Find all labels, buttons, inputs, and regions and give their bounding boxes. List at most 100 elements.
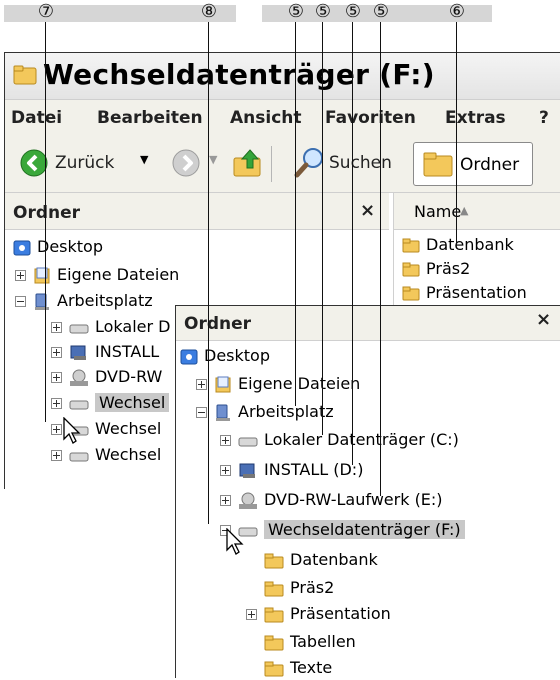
menu-ansicht[interactable]: Ansicht: [230, 108, 302, 128]
list-item-label: Datenbank: [426, 235, 514, 254]
computer-icon: [35, 293, 49, 310]
tree-item-arbeitsplatz[interactable]: Arbeitsplatz: [15, 289, 153, 313]
install-drive-icon: [239, 463, 255, 478]
folder-pane-title: Ordner: [184, 314, 252, 334]
collapse-icon[interactable]: [15, 296, 26, 307]
callout-8: ⑧: [200, 1, 218, 22]
tree-item-drive-c[interactable]: Lokaler D: [51, 315, 170, 339]
collapse-icon[interactable]: [196, 407, 207, 418]
window-title: Wechseldatenträger (F:): [43, 58, 435, 91]
tree-item-texte[interactable]: Texte: [264, 656, 332, 680]
tree-label: Arbeitsplatz: [57, 291, 153, 310]
tree-item-drive-f[interactable]: Wechseldatenträger (F:): [220, 518, 465, 542]
close-icon[interactable]: ×: [536, 309, 551, 330]
forward-dropdown-icon[interactable]: ▼: [209, 153, 217, 166]
menu-bearbeiten[interactable]: Bearbeiten: [97, 108, 203, 128]
tree-label: Präs2: [290, 578, 335, 597]
expand-icon[interactable]: [196, 379, 207, 390]
expand-icon[interactable]: [51, 450, 62, 461]
tree-item-praes2[interactable]: Präs2: [264, 576, 334, 600]
back-button[interactable]: Zurück: [55, 153, 114, 173]
expand-icon[interactable]: [51, 424, 62, 435]
list-item-label: Präs2: [426, 259, 471, 278]
leader-line-5c: [352, 22, 353, 465]
expand-icon[interactable]: [246, 609, 257, 620]
tree-item-drive-e[interactable]: DVD-RW: [51, 365, 162, 389]
expand-icon[interactable]: [51, 347, 62, 358]
menu-bar: Datei Bearbeiten Ansicht Favoriten Extra…: [5, 99, 560, 137]
list-item[interactable]: Präsentation: [402, 281, 527, 305]
menu-favoriten[interactable]: Favoriten: [325, 108, 416, 128]
folder-icon: [264, 607, 284, 622]
tree-label: Lokaler D: [95, 317, 171, 336]
toolbar-separator: [271, 146, 272, 182]
tree-item-drive-d[interactable]: INSTALL (D:): [220, 458, 363, 482]
tree-item-eigene-dateien[interactable]: Eigene Dateien: [15, 263, 179, 287]
removable-drive-icon: [69, 400, 89, 409]
expand-icon[interactable]: [51, 322, 62, 333]
up-folder-icon[interactable]: [231, 146, 265, 180]
tree-label: Wechseldatenträger (F:): [264, 520, 465, 539]
close-icon[interactable]: ×: [360, 200, 375, 221]
leader-line-7: [45, 22, 46, 422]
list-item[interactable]: Datenbank: [402, 233, 514, 257]
column-header-name[interactable]: Name ▲: [394, 193, 560, 230]
tree-label: INSTALL: [95, 342, 160, 361]
expand-icon[interactable]: [51, 372, 62, 383]
callout-5a: ⑤: [287, 1, 305, 22]
tree-item-drive-f[interactable]: Wechsel: [51, 391, 170, 415]
menu-datei[interactable]: Datei: [11, 108, 62, 128]
menu-help[interactable]: ?: [539, 108, 549, 128]
leader-line-6: [456, 22, 457, 244]
folders-button[interactable]: Ordner: [413, 142, 533, 186]
folder-icon: [423, 152, 453, 177]
tree-label: Lokaler Datenträger (C:): [264, 430, 459, 449]
tree-item-desktop[interactable]: Desktop: [180, 344, 270, 368]
tree-item-eigene-dateien[interactable]: Eigene Dateien: [196, 372, 360, 396]
search-button[interactable]: Suchen: [329, 153, 392, 173]
back-dropdown-icon[interactable]: ▼: [140, 153, 148, 166]
folders-pane-header: Ordner ×: [5, 193, 389, 230]
expand-icon[interactable]: [220, 495, 231, 506]
tree-item-drive-e[interactable]: DVD-RW-Laufwerk (E:): [220, 488, 443, 512]
tree-item-praesentation[interactable]: Präsentation: [246, 602, 391, 626]
tree-label: Desktop: [204, 346, 270, 365]
tree-label: DVD-RW: [95, 367, 163, 386]
computer-icon: [216, 404, 230, 421]
expand-icon[interactable]: [220, 435, 231, 446]
expand-icon[interactable]: [15, 270, 26, 281]
tree-item-drive-c[interactable]: Lokaler Datenträger (C:): [220, 428, 459, 452]
tree-item-drive-h[interactable]: Wechsel: [51, 443, 161, 467]
expand-icon[interactable]: [51, 398, 62, 409]
tree-item-arbeitsplatz[interactable]: Arbeitsplatz: [196, 400, 334, 424]
folder-icon: [402, 238, 420, 253]
tree-label: Desktop: [37, 237, 103, 256]
leader-line-5b: [322, 22, 323, 435]
removable-drive-icon: [69, 452, 89, 461]
list-item[interactable]: Präs2: [402, 257, 470, 281]
tree-item-datenbank[interactable]: Datenbank: [264, 548, 378, 572]
menu-extras[interactable]: Extras: [445, 108, 506, 128]
tree-label: INSTALL (D:): [264, 460, 364, 479]
desktop-icon: [180, 349, 198, 364]
install-drive-icon: [70, 345, 86, 360]
tree-item-desktop[interactable]: Desktop: [13, 235, 103, 259]
folders-pane-title: Ordner: [13, 203, 81, 223]
folders-button-label: Ordner: [460, 155, 520, 175]
folder-icon: [402, 262, 420, 277]
tree-label: Eigene Dateien: [57, 265, 180, 284]
expand-icon[interactable]: [220, 465, 231, 476]
folder-icon: [264, 553, 284, 568]
folder-pane-zoom: Ordner × Desktop Eigene Dateien Arbeitsp…: [175, 305, 560, 678]
drive-icon: [69, 324, 89, 333]
tree-item-drive-d[interactable]: INSTALL: [51, 340, 159, 364]
forward-icon[interactable]: [171, 148, 201, 178]
mouse-cursor-icon: [63, 417, 81, 444]
tree-label: Wechsel: [95, 393, 170, 412]
leader-line-5a: [295, 22, 296, 406]
callout-5c: ⑤: [344, 1, 362, 22]
callout-6: ⑥: [448, 1, 466, 22]
tree-item-tabellen[interactable]: Tabellen: [264, 630, 356, 654]
callout-5d: ⑤: [372, 1, 390, 22]
tree-label: Tabellen: [290, 632, 356, 651]
